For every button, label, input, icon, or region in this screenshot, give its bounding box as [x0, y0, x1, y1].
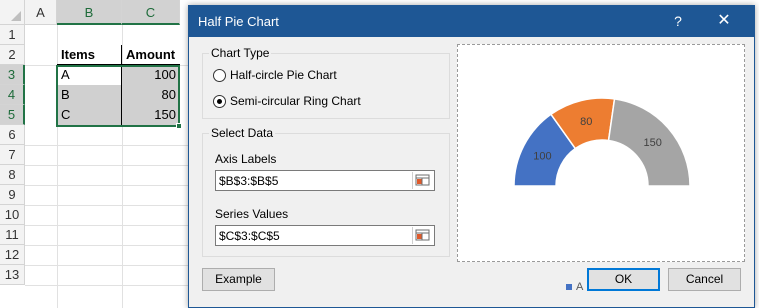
select-all-triangle-icon — [11, 11, 21, 21]
select-data-group-label: Select Data — [209, 126, 276, 140]
row-header-13[interactable]: 13 — [0, 265, 25, 285]
row-header-5[interactable]: 5 — [0, 105, 25, 125]
data-label-a: 100 — [533, 150, 551, 162]
chart-preview: 10080150 A B C — [457, 44, 745, 293]
cancel-button[interactable]: Cancel — [668, 268, 741, 291]
row-header-6[interactable]: 6 — [0, 125, 25, 145]
dialog-titlebar[interactable]: Half Pie Chart ? ✕ — [189, 6, 754, 37]
column-header-c[interactable]: C — [122, 0, 180, 25]
series-values-input[interactable]: $C$3:$C$5 — [215, 225, 435, 246]
example-button[interactable]: Example — [202, 268, 275, 291]
row-header-7[interactable]: 7 — [0, 145, 25, 165]
axis-labels-value: $B$3:$B$5 — [219, 174, 279, 188]
half-pie-chart-dialog: Half Pie Chart ? ✕ Chart Type Half-circl… — [188, 5, 755, 308]
gridline — [25, 225, 190, 226]
close-icon[interactable]: ✕ — [709, 10, 739, 32]
gridline — [25, 205, 190, 206]
row-header-10[interactable]: 10 — [0, 205, 25, 225]
radio-selected-icon[interactable] — [213, 94, 226, 108]
semi-circular-ring-label: Semi-circular Ring Chart — [230, 94, 361, 108]
column-header-a[interactable]: A — [25, 0, 57, 25]
row-header-4[interactable]: 4 — [0, 85, 25, 105]
row-header-11[interactable]: 11 — [0, 225, 25, 245]
cell-b2-items-header[interactable]: Items — [57, 45, 122, 65]
row-header-9[interactable]: 9 — [0, 185, 25, 205]
range-picker-icon[interactable] — [412, 172, 433, 189]
column-header-b[interactable]: B — [57, 0, 122, 25]
ok-button[interactable]: OK — [587, 268, 660, 291]
half-circle-pie-label: Half-circle Pie Chart — [230, 68, 337, 82]
radio-icon[interactable] — [213, 68, 226, 82]
legend-item-a: A — [566, 281, 583, 293]
select-data-group: Select Data Axis Labels $B$3:$B$5 Series… — [202, 126, 450, 257]
gridline — [25, 285, 190, 286]
row-header-3[interactable]: 3 — [0, 65, 25, 85]
row-header-8[interactable]: 8 — [0, 165, 25, 185]
cell-c2-amount-header[interactable]: Amount — [122, 45, 180, 65]
half-ring-chart: 100 80 150 — [513, 97, 691, 187]
select-all-corner[interactable] — [0, 0, 25, 25]
half-circle-pie-option[interactable]: Half-circle Pie Chart — [213, 68, 337, 82]
axis-labels-label: Axis Labels — [215, 152, 277, 166]
chart-type-group: Chart Type Half-circle Pie Chart Semi-ci… — [202, 46, 450, 119]
gridline — [25, 185, 190, 186]
gridline — [25, 265, 190, 266]
data-label-b: 80 — [580, 116, 592, 128]
semi-circular-ring-option[interactable]: Semi-circular Ring Chart — [213, 94, 361, 108]
gridline — [25, 165, 190, 166]
axis-labels-input[interactable]: $B$3:$B$5 — [215, 170, 435, 191]
dialog-title: Half Pie Chart — [198, 14, 279, 29]
data-label-c: 150 — [643, 137, 661, 149]
range-picker-glyph — [415, 229, 430, 241]
series-values-value: $C$3:$C$5 — [219, 229, 280, 243]
gridline — [25, 145, 190, 146]
range-picker-icon[interactable] — [412, 227, 433, 244]
chart-type-group-label: Chart Type — [209, 46, 272, 60]
fill-handle[interactable] — [176, 123, 182, 129]
row-header-12[interactable]: 12 — [0, 245, 25, 265]
range-picker-glyph — [415, 174, 430, 186]
gridline — [25, 245, 190, 246]
row-header-1[interactable]: 1 — [0, 25, 25, 45]
selection-range — [56, 65, 182, 129]
legend-label: A — [576, 281, 584, 293]
legend-swatch — [566, 284, 572, 290]
row-header-2[interactable]: 2 — [0, 45, 25, 65]
series-values-label: Series Values — [215, 207, 289, 221]
help-icon[interactable]: ? — [667, 10, 689, 32]
